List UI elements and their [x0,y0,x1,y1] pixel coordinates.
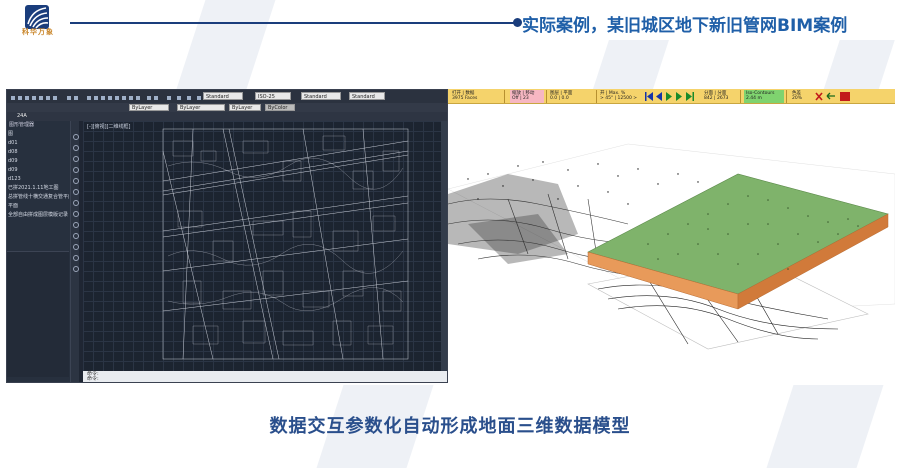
terrain-toolbar: 打开 | 数据 3975 Faces 缩放 | 移动 Off | 23 图层 |… [448,89,895,104]
terrain-3d-view[interactable]: 打开 | 数据 3975 Faces 缩放 | 移动 Off | 23 图层 |… [448,89,895,385]
last-frame-icon [692,92,694,101]
tool-circle-icon[interactable] [73,211,79,217]
text-style-select[interactable]: Standard [203,92,243,100]
slide-caption: 数据交互参数化自动形成地面三维数据模型 [269,416,631,437]
list-item[interactable]: 总拼管线十横交通复合管平面图 [7,193,69,202]
linetype-select[interactable]: ByLayer [177,104,225,111]
list-item[interactable]: 已拼2021.1.11地工图 [7,184,69,193]
list-item[interactable]: d123 [7,175,69,184]
cad-side-panel: 图形管理器 图 d01 d08 d09 d09 d123 已拼2021.1.11… [7,121,71,382]
list-item[interactable]: 全部自由拼成图层模版记录 [7,211,69,220]
cad-right-scrollbar[interactable] [441,121,447,371]
list-item[interactable]: d09 [7,166,69,175]
toolbar-end-icons [815,92,850,101]
next-frame-icon [676,92,682,101]
side-panel-properties [7,251,69,377]
plotstyle-select[interactable]: ByColor [265,104,295,111]
toolbar-group-max[interactable]: 开 | Max. % > 45° | 12500 > [598,90,642,103]
play-icon [666,92,672,101]
side-panel-header: 图形管理器 [9,122,35,128]
cad-screenshot: Standard ISO-25 Standard Standard ByLaye… [6,89,448,383]
tool-circle-icon[interactable] [73,200,79,206]
tool-circle-icon[interactable] [73,189,79,195]
page-title: 实际案例，某旧城区地下新旧管网BIM案例 [522,16,848,36]
prev-frame-icon [656,92,662,101]
command-line[interactable]: 命令: 命令: [83,371,447,382]
list-item[interactable]: d01 [7,139,69,148]
cad-tab-bar [7,112,447,121]
watermark-shape [174,0,276,95]
terrain-model-render [448,143,895,350]
toolbar-group-layer[interactable]: 图层 | 平面 0.0 | 0.0 [548,90,594,103]
lineweight-select[interactable]: ByLayer [229,104,261,111]
tool-circle-icon[interactable] [73,266,79,272]
list-item[interactable]: 平面 [7,202,69,211]
header-line-end-dot [513,18,522,27]
record-icon [840,92,850,101]
tool-circle-icon[interactable] [73,178,79,184]
undo-icon [826,92,835,100]
close-icon [815,92,823,101]
list-item[interactable]: 图 [7,130,69,139]
cad-drawing-canvas[interactable]: [-][俯视][二维线框] [83,121,447,371]
cad-layer-toolbar: ByLayer ByLayer ByLayer ByColor [7,103,447,112]
toolbar-group-zoom[interactable]: 缩放 | 移动 Off | 23 [510,90,544,103]
drawing-tab[interactable]: 24A [17,113,27,120]
table-style-select[interactable]: Standard [301,92,341,100]
color-select[interactable]: ByLayer [129,104,169,111]
toolbar-group-open[interactable]: 打开 | 数据 3975 Faces [450,90,502,103]
side-panel-list: 图 d01 d08 d09 d09 d123 已拼2021.1.11地工图 总拼… [7,130,69,220]
toolbar-group-color[interactable]: 色差 20% [790,90,812,103]
city-pipe-network-drawing [162,128,409,360]
tool-circle-icon[interactable] [73,145,79,151]
tool-circle-icon[interactable] [73,255,79,261]
cad-draw-tools [73,134,83,277]
playback-controls [645,92,694,101]
header-divider-line [70,22,518,24]
list-item[interactable]: d08 [7,148,69,157]
terrain-scatter-points [448,174,578,264]
multileader-style-select[interactable]: Standard [349,92,385,100]
list-item[interactable]: d09 [7,157,69,166]
toolbar-group-faces[interactable]: 分面 | 分面 842 | 2673 [702,90,738,103]
tool-circle-icon[interactable] [73,167,79,173]
first-frame-icon [645,92,647,101]
tool-circle-icon[interactable] [73,156,79,162]
tool-circle-icon[interactable] [73,244,79,250]
tool-circle-icon[interactable] [73,222,79,228]
cad-titlebar: Standard ISO-25 Standard Standard [7,90,447,103]
dim-style-select[interactable]: ISO-25 [255,92,291,100]
tool-circle-icon[interactable] [73,134,79,140]
tool-circle-icon[interactable] [73,233,79,239]
logo-text: 科华万象 [22,28,54,36]
command-prompt-line: 命令: [87,376,99,382]
watermark-shape [591,40,669,95]
toolbar-group-contours[interactable]: Iso-Contours 2.44 m [744,90,784,103]
